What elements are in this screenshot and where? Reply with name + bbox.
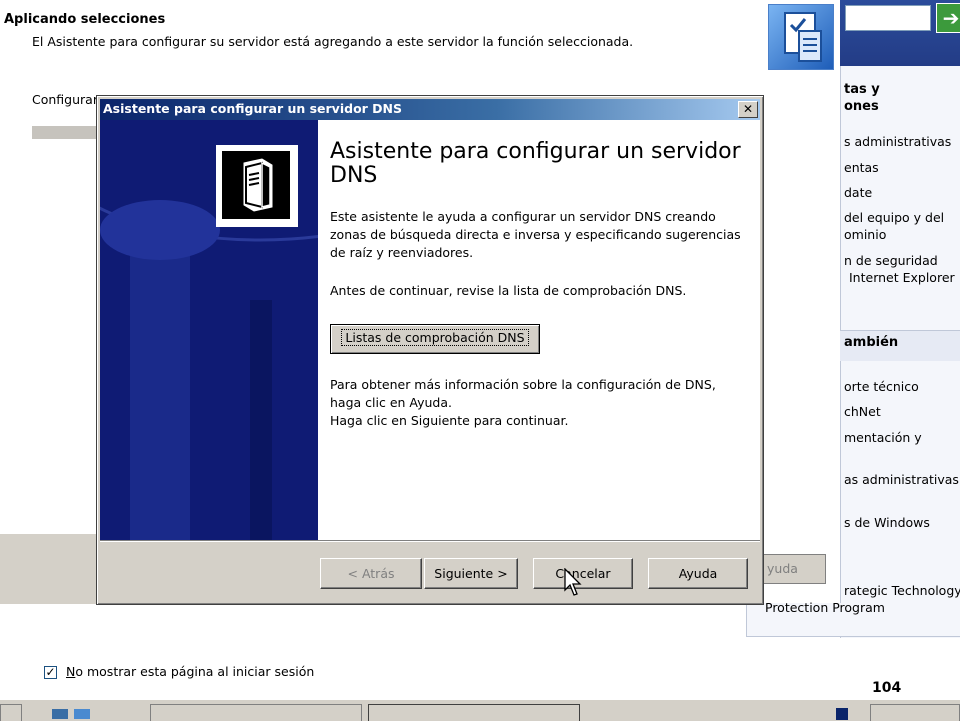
dialog-divider [100, 540, 760, 542]
right-pane-link[interactable]: chNet [844, 404, 881, 419]
dialog-title: Asistente para configurar un servidor DN… [103, 101, 403, 116]
right-pane-link[interactable]: s de Windows [844, 515, 930, 530]
progress-bar [32, 126, 102, 139]
right-pane-section-title: ambién [844, 335, 899, 350]
go-arrow-icon[interactable]: ➔ [936, 3, 960, 33]
taskbar [0, 699, 960, 721]
dont-show-label-mnemonic: N [66, 664, 76, 679]
dont-show-label: No mostrar esta página al iniciar sesión [66, 664, 314, 679]
right-pane-section-title: tas y [844, 82, 880, 97]
right-pane-link[interactable]: as administrativas [844, 472, 959, 487]
right-pane-link[interactable]: ominio [844, 227, 886, 242]
search-input[interactable] [845, 5, 931, 31]
right-pane-link[interactable]: rategic Technology [844, 583, 960, 598]
dialog-heading: Asistente para configurar un servidor DN… [330, 139, 741, 188]
right-pane-link[interactable]: Protection Program [765, 600, 885, 615]
quick-launch-icon[interactable] [44, 704, 136, 721]
system-tray [870, 704, 960, 721]
dont-show-label-text: o mostrar esta página al iniciar sesión [75, 664, 315, 679]
dns-checklists-button[interactable]: Listas de comprobación DNS [330, 324, 540, 354]
tray-icon[interactable] [832, 704, 862, 721]
dialog-more-info: Para obtener más información sobre la co… [330, 376, 750, 430]
wizard-subtitle: El Asistente para configurar su servidor… [32, 34, 634, 49]
right-pane-link[interactable]: n de seguridad [844, 253, 938, 268]
dialog-continue-line: Haga clic en Siguiente para continuar. [330, 413, 569, 428]
wizard-help-button[interactable]: yuda [762, 554, 826, 584]
taskbar-window-button[interactable] [368, 704, 580, 721]
page-number: 104 [872, 680, 902, 696]
dns-checklists-label: Listas de comprobación DNS [341, 329, 529, 346]
dialog-checklist-hint: Antes de continuar, revise la lista de c… [330, 283, 687, 298]
right-pane-link[interactable]: Internet Explorer [849, 270, 955, 285]
wizard-checklist-icon [768, 4, 834, 70]
dont-show-checkbox[interactable]: ✓ [44, 666, 57, 679]
help-button[interactable]: Ayuda [648, 558, 748, 589]
right-pane-link[interactable]: orte técnico [844, 379, 919, 394]
start-button[interactable] [0, 704, 22, 721]
wizard-title: Aplicando selecciones [4, 12, 166, 27]
next-button[interactable]: Siguiente > [424, 558, 518, 589]
right-pane-link[interactable]: mentación y [844, 430, 922, 445]
right-pane-section-title: ones [844, 99, 879, 114]
dialog-more-info-line: Para obtener más información sobre la co… [330, 377, 716, 410]
server-icon [222, 151, 290, 219]
configuring-label: Configurar [32, 92, 98, 107]
dialog-intro-text: Este asistente le ayuda a configurar un … [330, 209, 741, 260]
right-pane-link[interactable]: s administrativas [844, 134, 951, 149]
right-pane-link[interactable]: date [844, 185, 872, 200]
close-icon[interactable]: ✕ [738, 101, 758, 118]
back-button[interactable]: < Atrás [320, 558, 422, 589]
taskbar-window-button[interactable] [150, 704, 362, 721]
right-pane-link[interactable]: entas [844, 160, 879, 175]
right-pane-link[interactable]: del equipo y del [844, 210, 944, 225]
mouse-cursor-icon [564, 567, 586, 604]
